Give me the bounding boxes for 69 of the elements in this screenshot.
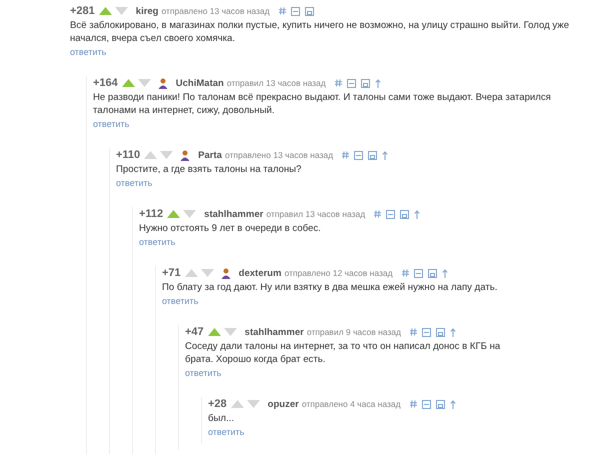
upvote-button[interactable]: [167, 210, 180, 218]
hash-icon[interactable]: [410, 328, 417, 336]
collapse-icon[interactable]: [346, 78, 356, 88]
upvote-button[interactable]: [98, 7, 112, 15]
save-icon[interactable]: [436, 328, 445, 336]
collapse-icon[interactable]: [422, 328, 431, 336]
downvote-button[interactable]: [183, 210, 196, 218]
comment-rating: +164: [93, 77, 118, 89]
save-icon[interactable]: [428, 268, 437, 278]
collapse-icon[interactable]: [290, 6, 300, 16]
parent-arrow-icon[interactable]: [450, 328, 456, 336]
collapse-icon[interactable]: [414, 268, 423, 278]
downvote-button[interactable]: [138, 79, 151, 87]
author-link[interactable]: UchiMatan: [176, 78, 224, 88]
save-icon[interactable]: [304, 6, 314, 16]
comment-time: отправлено 12 часов назад: [284, 268, 393, 278]
author-link[interactable]: stahlhammer: [204, 208, 264, 220]
save-icon[interactable]: [436, 400, 445, 408]
parent-arrow-icon[interactable]: [442, 268, 448, 278]
hash-icon[interactable]: [334, 79, 342, 87]
comment-time: отправил 9 часов назад: [306, 327, 401, 337]
author-link[interactable]: stahlhammer: [244, 326, 304, 338]
comment-rating: +47: [185, 326, 204, 338]
comment-text: По блату за год дают. Ну или взятку в два мешка ежей нужно на лапу дать.: [162, 281, 498, 294]
comment-time: отправил 13 часов назад: [266, 209, 366, 219]
collapse-icon[interactable]: [386, 210, 396, 218]
comment-rating: +112: [139, 208, 164, 220]
downvote-button[interactable]: [200, 269, 214, 277]
comment-time: отправлено 4 часа назад: [302, 399, 401, 409]
downvote-button[interactable]: [114, 7, 128, 15]
upvote-button[interactable]: [208, 328, 221, 336]
comment-text: Всё заблокировано, в магазинах полки пустые, купить ничего не возможно, на улицу страшно выйти. Голод уже начался, вчера съел своего хомячка.: [70, 19, 570, 45]
upvote-button[interactable]: [184, 269, 198, 277]
hash-icon[interactable]: [402, 269, 409, 277]
comment-rating: +71: [162, 267, 181, 279]
hash-icon[interactable]: [342, 151, 350, 159]
save-icon[interactable]: [368, 150, 378, 160]
parent-arrow-icon[interactable]: [450, 400, 456, 408]
collapse-icon[interactable]: [354, 150, 364, 160]
hash-icon[interactable]: [410, 400, 417, 408]
comment-rating: +281: [70, 5, 95, 17]
author-link[interactable]: kireg: [136, 6, 158, 16]
downvote-button[interactable]: [160, 151, 174, 159]
save-icon[interactable]: [360, 78, 370, 88]
comment-time: отправлено 13 часов назад: [162, 6, 270, 16]
author-link[interactable]: opuzer: [268, 398, 299, 410]
comment-text: был...: [208, 412, 235, 425]
author-link[interactable]: Parta: [198, 150, 222, 160]
upvote-button[interactable]: [230, 400, 244, 408]
comment-text: Не разводи паники! По талонам всё прекрасно выдают. И талоны сами тоже выдают. Вчера затарился талонами на интернет, сижу, довольный.: [93, 91, 552, 117]
upvote-button[interactable]: [144, 151, 158, 159]
comment-text: Нужно отстоять 9 лет в очереди в собес.: [139, 222, 322, 235]
downvote-button[interactable]: [224, 328, 237, 336]
comment-text: Соседу дали талоны на интернет, за то что он написал донос в КГБ на брата. Хорошо когда брат есть.: [185, 340, 502, 366]
save-icon[interactable]: [400, 210, 410, 218]
author-link[interactable]: dexterum: [238, 268, 282, 278]
comment-time: отправил 13 часов назад: [226, 78, 326, 88]
collapse-icon[interactable]: [422, 400, 431, 408]
comment-rating: +110: [116, 149, 140, 161]
downvote-button[interactable]: [246, 400, 260, 408]
hash-icon[interactable]: [278, 7, 286, 15]
parent-arrow-icon[interactable]: [374, 78, 381, 88]
parent-arrow-icon[interactable]: [414, 210, 420, 218]
comment-text: Простите, а где взять талоны на талоны?: [116, 163, 302, 176]
upvote-button[interactable]: [122, 79, 135, 87]
comment-rating: +28: [208, 398, 227, 410]
hash-icon[interactable]: [374, 210, 382, 218]
comment-time: отправлено 13 часов назад: [224, 150, 334, 160]
parent-arrow-icon[interactable]: [382, 150, 388, 160]
